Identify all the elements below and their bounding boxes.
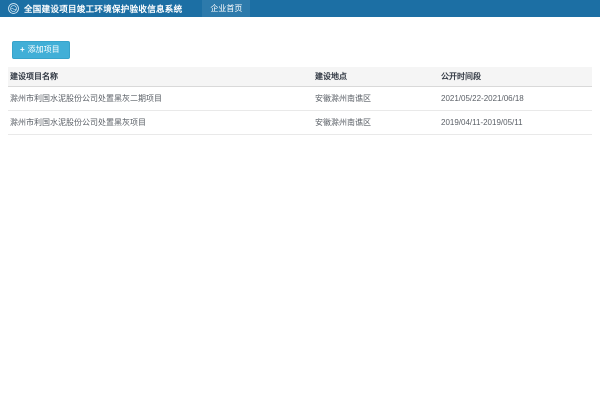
nav-item-enterprise-home[interactable]: 企业首页 — [202, 0, 250, 17]
table-row[interactable]: 滁州市利国水泥股份公司处置黑灰项目 安徽滁州南谯区 2019/04/11-201… — [8, 111, 592, 135]
toolbar: + 添加项目 — [0, 17, 600, 59]
cell-period: 2021/05/22-2021/06/18 — [439, 87, 592, 111]
col-header-location: 建设地点 — [313, 67, 439, 87]
add-project-button[interactable]: + 添加项目 — [12, 41, 70, 59]
cell-location: 安徽滁州南谯区 — [313, 111, 439, 135]
cell-project-name[interactable]: 滁州市利国水泥股份公司处置黑灰项目 — [8, 111, 313, 135]
cell-period: 2019/04/11-2019/05/11 — [439, 111, 592, 135]
plus-icon: + — [20, 46, 25, 54]
table-header-row: 建设项目名称 建设地点 公开时间段 — [8, 67, 592, 87]
cell-location: 安徽滁州南谯区 — [313, 87, 439, 111]
cell-project-name[interactable]: 滁州市利国水泥股份公司处置黑灰二期项目 — [8, 87, 313, 111]
col-header-project-name: 建设项目名称 — [8, 67, 313, 87]
app-title: 全国建设项目竣工环境保护验收信息系统 — [24, 3, 182, 15]
emblem-logo-icon — [8, 3, 19, 14]
project-table: 建设项目名称 建设地点 公开时间段 滁州市利国水泥股份公司处置黑灰二期项目 安徽… — [8, 67, 592, 135]
table-row[interactable]: 滁州市利国水泥股份公司处置黑灰二期项目 安徽滁州南谯区 2021/05/22-2… — [8, 87, 592, 111]
col-header-period: 公开时间段 — [439, 67, 592, 87]
add-project-button-label: 添加项目 — [28, 46, 60, 54]
project-table-container: 建设项目名称 建设地点 公开时间段 滁州市利国水泥股份公司处置黑灰二期项目 安徽… — [8, 67, 592, 135]
app-header: 全国建设项目竣工环境保护验收信息系统 企业首页 — [0, 0, 600, 17]
top-nav: 企业首页 — [202, 0, 250, 17]
